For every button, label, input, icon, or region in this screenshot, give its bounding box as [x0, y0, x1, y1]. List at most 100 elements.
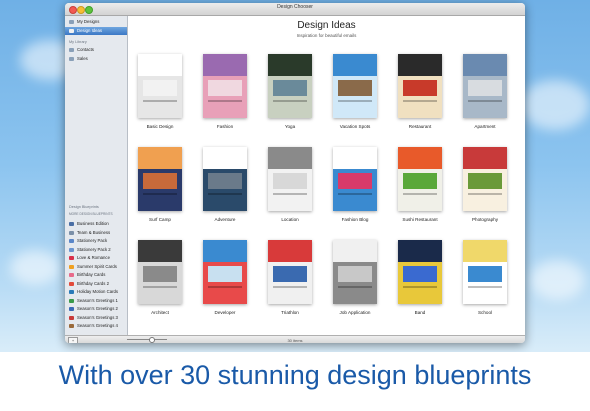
list-icon: [69, 57, 74, 61]
title-bar: Design Chooser: [65, 3, 525, 16]
design-label: Location: [281, 217, 299, 222]
page-title: Design Ideas: [297, 20, 356, 31]
thumbnail-text-lines: [468, 193, 502, 195]
sidebar-item-blueprint[interactable]: Business Edition: [65, 220, 127, 228]
thumbnail-image: [143, 266, 177, 282]
sidebar-item-label: Stationery Pack: [77, 238, 108, 243]
sidebar-item-blueprint[interactable]: Stationery Pack: [65, 237, 127, 245]
blueprint-icon: [69, 222, 74, 226]
thumbnail-image: [468, 80, 502, 96]
thumbnail-header: [333, 240, 377, 262]
design-label: Developer: [214, 310, 236, 315]
design-thumbnail[interactable]: [398, 147, 442, 211]
sidebar-item-blueprint[interactable]: Love & Romance: [65, 254, 127, 262]
design-thumbnail[interactable]: [138, 147, 182, 211]
design-thumbnail[interactable]: [203, 240, 247, 304]
sidebar-item-contacts[interactable]: Contacts: [65, 46, 127, 54]
page-subtitle: Inspiration for beautiful emails: [296, 33, 357, 38]
design-thumbnail[interactable]: [398, 240, 442, 304]
design-label: Sushi Restaurant: [402, 217, 438, 222]
contacts-icon: [69, 48, 74, 52]
blueprint-icon: [69, 239, 74, 243]
sidebar-item-label: Business Edition: [77, 221, 109, 226]
thumbnail-text-lines: [208, 100, 242, 102]
design-label: Fashion Blog: [341, 217, 369, 222]
design-label: Vacation Spots: [339, 124, 371, 129]
sidebar-item-blueprint[interactable]: Birthday Cards: [65, 271, 127, 279]
design-thumbnail[interactable]: [268, 240, 312, 304]
thumbnail-text-lines: [273, 193, 307, 195]
sidebar-item-blueprint[interactable]: Holiday Motion Cards: [65, 288, 127, 296]
thumbnail-header: [333, 54, 377, 76]
blueprint-icon: [69, 256, 74, 260]
thumbnail-image: [208, 80, 242, 96]
thumbnail-text-lines: [403, 286, 437, 288]
design-label: Apartment: [474, 124, 496, 129]
sidebar-item-label: Stationery Pack 2: [77, 246, 111, 252]
thumbnail-text-lines: [338, 100, 372, 102]
sidebar-item-label: Season's Greetings 4: [77, 323, 118, 328]
thumbnail-image: [403, 173, 437, 189]
sidebar-item-blueprint[interactable]: Summer Spirit Cards: [65, 263, 127, 271]
sidebar-item-label: Summer Spirit Cards: [77, 263, 117, 269]
thumbnail-header: [138, 240, 182, 262]
blueprint-icon: [69, 307, 74, 311]
sidebar-item-label: Season's Greetings 3: [77, 314, 118, 320]
design-thumbnail[interactable]: [333, 240, 377, 304]
design-thumbnail[interactable]: [333, 147, 377, 211]
thumbnail-header: [203, 147, 247, 169]
more-blueprints-heading: MORE DESIGN BLUEPRINTS: [69, 212, 113, 216]
design-thumbnail[interactable]: [138, 54, 182, 118]
thumbnail-text-lines: [403, 193, 437, 195]
thumbnail-image: [208, 266, 242, 282]
thumbnail-header: [398, 54, 442, 76]
design-thumbnail[interactable]: [203, 54, 247, 118]
thumbnail-image: [208, 173, 242, 189]
sidebar-item-blueprint[interactable]: Birthday Cards 2: [65, 280, 127, 288]
design-thumbnail[interactable]: [268, 54, 312, 118]
sidebar-item-blueprint[interactable]: Season's Greetings 3: [65, 314, 127, 322]
thumbnail-header: [268, 147, 312, 169]
design-thumbnail[interactable]: [463, 147, 507, 211]
sidebar-item-label: Sales: [77, 56, 88, 61]
sidebar-item-blueprint[interactable]: Team & Business: [65, 229, 127, 237]
sidebar-item-label: Team & Business: [77, 229, 111, 235]
sidebar-item-label: Season's Greetings 1: [77, 297, 118, 303]
design-thumbnail[interactable]: [463, 54, 507, 118]
thumbnail-text-lines: [273, 100, 307, 102]
sidebar-item-blueprint[interactable]: Stationery Pack 2: [65, 246, 127, 254]
thumbnail-text-lines: [273, 286, 307, 288]
sidebar-item-blueprint[interactable]: Season's Greetings 4: [65, 322, 127, 330]
sidebar: My Designs Design Ideas My Library Conta…: [65, 16, 128, 336]
library-heading: My Library: [69, 40, 87, 44]
design-thumbnail[interactable]: [138, 240, 182, 304]
sidebar-item-label: Holiday Motion Cards: [77, 289, 119, 294]
sidebar-item-design-ideas[interactable]: Design Ideas: [65, 27, 127, 35]
thumbnail-text-lines: [143, 100, 177, 102]
blueprint-icon: [69, 264, 74, 269]
sidebar-item-blueprint[interactable]: Season's Greetings 1: [65, 297, 127, 305]
thumbnail-header: [463, 147, 507, 169]
sidebar-item-my-designs[interactable]: My Designs: [65, 18, 127, 26]
thumbnail-header: [333, 147, 377, 169]
design-label: Surf Camp: [149, 217, 171, 222]
sidebar-item-label: My Designs: [77, 19, 100, 24]
design-thumbnail[interactable]: [268, 147, 312, 211]
sidebar-item-sales[interactable]: Sales: [65, 55, 127, 63]
blueprints-heading: Design Blueprints: [69, 205, 99, 209]
design-thumbnail[interactable]: [463, 240, 507, 304]
design-label: Yoga: [284, 124, 296, 129]
thumbnail-header: [398, 147, 442, 169]
design-thumbnail[interactable]: [333, 54, 377, 118]
sidebar-item-label: Love & Romance: [77, 255, 110, 260]
blueprint-icon: [69, 247, 74, 252]
design-thumbnail[interactable]: [203, 147, 247, 211]
thumbnail-text-lines: [143, 286, 177, 288]
design-label: School: [477, 310, 493, 315]
design-thumbnail[interactable]: [398, 54, 442, 118]
thumbnail-image: [338, 173, 372, 189]
thumbnail-image: [273, 80, 307, 96]
sidebar-item-blueprint[interactable]: Season's Greetings 2: [65, 305, 127, 313]
sidebar-item-label: Contacts: [77, 47, 94, 52]
thumbnail-header: [203, 240, 247, 262]
